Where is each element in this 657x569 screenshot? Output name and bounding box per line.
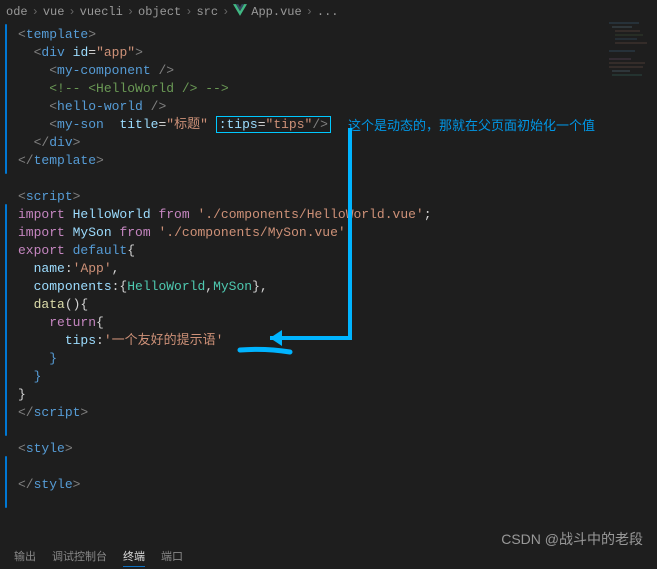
vue-file-icon [233,4,247,20]
tab-ports[interactable]: 端口 [161,548,183,567]
fold-indicator [5,204,7,436]
code-line[interactable]: <template> [18,26,657,44]
tab-debug[interactable]: 调试控制台 [52,548,107,567]
code-line[interactable]: <style> [18,440,657,458]
chevron-right-icon: › [68,5,75,19]
breadcrumb-item[interactable]: vuecli [80,5,123,19]
breadcrumb-item[interactable]: ... [317,5,339,19]
code-line[interactable]: </style> [18,476,657,494]
tab-output[interactable]: 输出 [14,548,36,567]
code-line[interactable]: return{ [18,314,657,332]
code-line[interactable]: <hello-world /> [18,98,657,116]
code-editor[interactable]: <template> <div id="app"> <my-component … [0,24,657,494]
code-line[interactable]: </script> [18,404,657,422]
code-line[interactable]: <script> [18,188,657,206]
code-line[interactable]: name:'App', [18,260,657,278]
highlighted-attr: :tips="tips"/> [216,116,331,133]
code-line[interactable]: } [18,386,657,404]
code-line[interactable]: data(){ [18,296,657,314]
breadcrumb-item[interactable]: object [138,5,181,19]
chevron-right-icon: › [127,5,134,19]
breadcrumb[interactable]: ode › vue › vuecli › object › src › App.… [0,0,657,24]
code-line[interactable]: <my-component /> [18,62,657,80]
code-line[interactable] [18,458,657,476]
code-line[interactable] [18,170,657,188]
code-line[interactable]: } [18,350,657,368]
code-line[interactable]: </div> [18,134,657,152]
breadcrumb-item[interactable]: ode [6,5,28,19]
fold-indicator [5,24,7,174]
code-line[interactable]: components:{HelloWorld,MySon}, [18,278,657,296]
chevron-right-icon: › [185,5,192,19]
chevron-right-icon: › [222,5,229,19]
breadcrumb-item[interactable]: vue [43,5,65,19]
code-line[interactable]: import HelloWorld from './components/Hel… [18,206,657,224]
code-line[interactable]: </template> [18,152,657,170]
code-line[interactable]: export default{ [18,242,657,260]
code-line[interactable]: } [18,368,657,386]
minimap[interactable] [607,20,657,200]
annotation-text: 这个是动态的，那就在父页面初始化一个值 [348,115,595,134]
breadcrumb-item[interactable]: App.vue [251,5,301,19]
fold-indicator [5,456,7,508]
chevron-right-icon: › [32,5,39,19]
code-line[interactable]: <!-- <HelloWorld /> --> [18,80,657,98]
tab-terminal[interactable]: 终端 [123,548,145,567]
breadcrumb-item[interactable]: src [196,5,218,19]
chevron-right-icon: › [306,5,313,19]
code-line[interactable] [18,422,657,440]
panel-tabs[interactable]: 输出 调试控制台 终端 端口 [0,546,657,569]
code-line[interactable]: import MySon from './components/MySon.vu… [18,224,657,242]
code-line[interactable]: <div id="app"> [18,44,657,62]
code-line[interactable]: tips:'一个友好的提示语' [18,332,657,350]
